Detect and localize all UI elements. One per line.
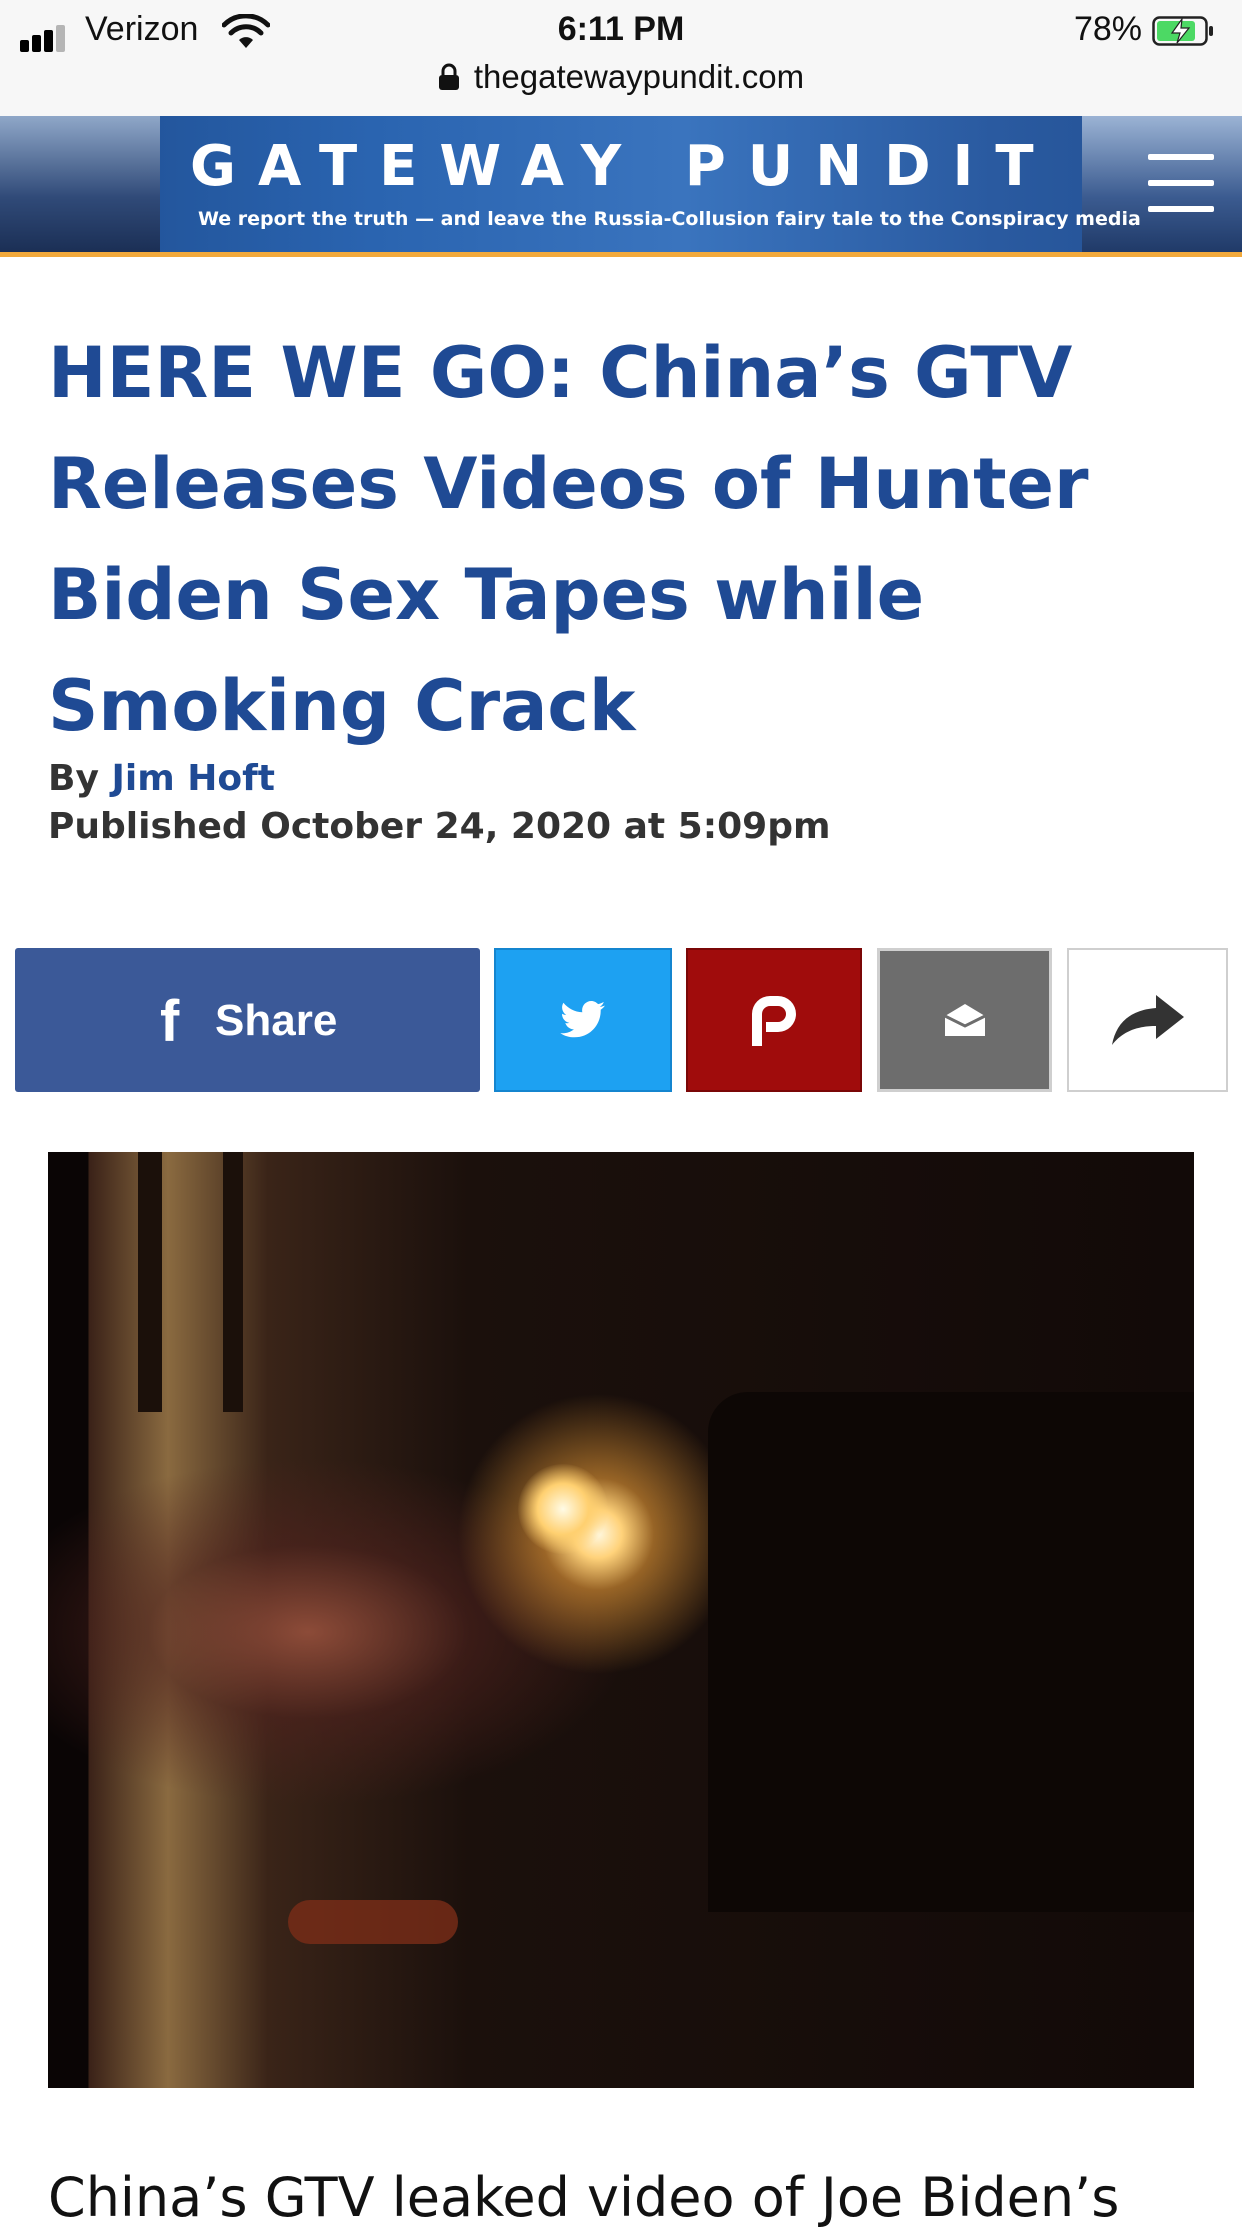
author-link[interactable]: Jim Hoft	[111, 758, 275, 799]
site-header: GATEWAY PUNDIT We report the truth — and…	[0, 116, 1242, 257]
clock: 6:11 PM	[557, 10, 685, 48]
email-icon	[943, 1004, 986, 1036]
battery-charging-icon	[1152, 16, 1213, 46]
article-title: HERE WE GO: China’s GTV Releases Videos …	[48, 332, 1089, 747]
site-logo[interactable]: GATEWAY PUNDIT	[190, 134, 1060, 199]
page-url: thegatewaypundit.com	[473, 58, 805, 95]
parler-icon	[752, 996, 796, 1046]
address-bar[interactable]: thegatewaypundit.com	[0, 58, 1242, 102]
more-share-button[interactable]	[1067, 948, 1228, 1092]
publish-date: Published October 24, 2020 at 5:09pm	[48, 806, 831, 847]
image-flame	[518, 1464, 608, 1554]
image-window-frame	[138, 1152, 162, 1412]
image-shadow-shape	[708, 1392, 1194, 1912]
site-tagline: We report the truth — and leave the Russ…	[198, 208, 1141, 230]
hamburger-icon[interactable]	[1148, 152, 1214, 214]
facebook-share-button[interactable]: f Share	[15, 948, 480, 1092]
email-share-button[interactable]	[877, 948, 1052, 1092]
lock-icon	[438, 63, 459, 90]
article-body-first-line: China’s GTV leaked video of Joe Biden’s	[48, 2166, 1120, 2229]
byline-prefix: By	[48, 758, 99, 799]
share-arrow-icon	[1111, 995, 1184, 1045]
image-window-frame	[223, 1152, 243, 1412]
facebook-share-label: Share	[215, 996, 338, 1045]
article-featured-image[interactable]	[48, 1152, 1194, 2088]
twitter-share-button[interactable]	[494, 948, 672, 1092]
twitter-icon	[560, 1001, 605, 1038]
battery-percentage: 78%	[1073, 10, 1142, 48]
article-byline: By Jim Hoft	[48, 758, 275, 799]
image-highlight	[288, 1900, 458, 1944]
facebook-icon: f	[160, 989, 180, 1054]
header-photo-left	[0, 116, 160, 252]
parler-share-button[interactable]	[686, 948, 862, 1092]
status-bar: Verizon 6:11 PM 78% thegatewaypundit.com	[0, 0, 1242, 116]
